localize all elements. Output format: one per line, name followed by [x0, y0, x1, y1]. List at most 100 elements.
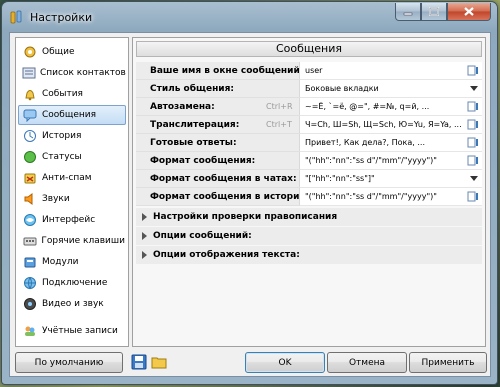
group-label: Опции отображения текста: — [153, 250, 300, 260]
sidebar-item-label: Сообщения — [42, 110, 97, 120]
quick-replies-field[interactable]: Привет!, Как дела?, Пока, ... — [299, 134, 482, 152]
sidebar-item-label: Интерфейс — [42, 215, 96, 225]
settings-sidebar: Общие Список контактов События Сообщения… — [15, 37, 129, 347]
setting-label: Готовые ответы: — [150, 138, 237, 148]
setting-label: Формат сообщения: — [150, 156, 256, 166]
save-icon — [131, 354, 147, 370]
title-bar[interactable]: Настройки — [2, 2, 497, 32]
gear-wheel-icon — [22, 44, 38, 60]
sidebar-item-video-audio[interactable]: Видео и звук — [18, 294, 126, 314]
sidebar-item-events[interactable]: События — [18, 84, 126, 104]
group-text-display-options[interactable]: Опции отображения текста: — [136, 246, 482, 264]
history-message-format-field[interactable]: "("hh":"nn":"ss d"/"mm"/"yyyy")" — [299, 188, 482, 206]
interface-icon — [22, 212, 38, 228]
contact-list-icon — [22, 65, 36, 81]
save-profile-button[interactable] — [130, 353, 148, 371]
expand-arrow-icon — [142, 251, 147, 259]
sidebar-item-label: Анти-спам — [42, 173, 92, 183]
sidebar-item-interface[interactable]: Интерфейс — [18, 210, 126, 230]
sidebar-item-hotkeys[interactable]: Горячие клавиши — [18, 231, 126, 251]
edit-list-icon[interactable] — [467, 100, 480, 113]
edit-list-icon[interactable] — [467, 64, 480, 77]
sidebar-item-plugins[interactable]: Модули — [18, 252, 126, 272]
anti-spam-icon — [22, 170, 38, 186]
sidebar-item-label: Горячие клавиши — [41, 236, 125, 246]
close-button[interactable] — [447, 3, 491, 21]
edit-list-icon[interactable] — [467, 154, 480, 167]
edit-list-icon[interactable] — [467, 136, 480, 149]
window-title: Настройки — [30, 11, 93, 24]
setting-value: user — [305, 66, 323, 75]
group-spellcheck[interactable]: Настройки проверки правописания — [136, 208, 482, 226]
app-icon — [9, 9, 25, 25]
setting-row-message-format: Формат сообщения: "("hh":"nn":"ss d"/"mm… — [136, 152, 482, 170]
folder-icon — [151, 357, 167, 369]
minimize-icon — [403, 12, 413, 15]
setting-row-quick-replies: Готовые ответы: Привет!, Как дела?, Пока… — [136, 134, 482, 152]
sidebar-item-contact-list[interactable]: Список контактов — [18, 63, 126, 83]
setting-label: Стиль общения: — [150, 84, 234, 94]
status-icon — [22, 149, 38, 165]
chat-message-format-dropdown[interactable]: "["hh":"nn":"ss"]" — [299, 170, 482, 188]
maximize-button[interactable] — [421, 3, 447, 21]
transliteration-field[interactable]: Ч=Ch, Ш=Sh, Щ=Sch, Ю=Yu, Я=Ya, ... — [299, 116, 482, 134]
sidebar-item-messages[interactable]: Сообщения — [18, 105, 126, 125]
setting-row-chat-message-format: Формат сообщения в чатах: "["hh":"nn":"s… — [136, 170, 482, 188]
setting-label: Формат сообщения в чатах: — [150, 174, 297, 184]
sidebar-item-statuses[interactable]: Статусы — [18, 147, 126, 167]
expand-arrow-icon — [142, 232, 147, 240]
setting-row-autoreplace: Автозамена: Ctrl+R ~=Ё, `=ё, @=", #=№, q… — [136, 98, 482, 116]
setting-row-transliteration: Транслитерация: Ctrl+T Ч=Ch, Ш=Sh, Щ=Sch… — [136, 116, 482, 134]
dialog-client-area: Общие Список контактов События Сообщения… — [9, 32, 491, 377]
sidebar-item-anti-spam[interactable]: Анти-спам — [18, 168, 126, 188]
setting-row-history-message-format: Формат сообщения в истории: "("hh":"nn":… — [136, 188, 482, 206]
setting-value: Привет!, Как дела?, Пока, ... — [305, 138, 425, 147]
sidebar-item-label: Подключение — [42, 278, 108, 288]
chevron-down-icon[interactable] — [470, 86, 478, 91]
section-title: Сообщения — [136, 41, 482, 57]
settings-window: Настройки Общие Список контактов События… — [1, 1, 498, 385]
sidebar-item-history[interactable]: История — [18, 126, 126, 146]
sidebar-item-sounds[interactable]: Звуки — [18, 189, 126, 209]
messages-settings-panel: Сообщения Ваше имя в окне сообщений: use… — [132, 37, 486, 347]
ok-button[interactable]: OK — [245, 352, 325, 373]
setting-row-display-name: Ваше имя в окне сообщений: user — [136, 62, 482, 80]
sidebar-item-label: События — [42, 89, 83, 99]
chevron-down-icon[interactable] — [470, 176, 478, 181]
sidebar-item-label: Учётные записи — [42, 326, 118, 336]
setting-label: Формат сообщения в истории: — [150, 192, 310, 202]
sidebar-item-label: Общие — [42, 47, 75, 57]
cancel-button[interactable]: Отмена — [327, 352, 407, 373]
group-label: Опции сообщений: — [153, 231, 252, 241]
edit-list-icon[interactable] — [467, 190, 480, 203]
accounts-icon — [22, 323, 38, 339]
sidebar-item-accounts[interactable]: Учётные записи — [18, 321, 126, 341]
sidebar-item-connection[interactable]: Подключение — [18, 273, 126, 293]
defaults-button[interactable]: По умолчанию — [15, 352, 123, 373]
minimize-button[interactable] — [395, 3, 421, 21]
sidebar-item-label: Статусы — [42, 152, 82, 162]
plugin-icon — [22, 254, 38, 270]
shortcut-hint: Ctrl+T — [266, 120, 292, 129]
history-icon — [22, 128, 38, 144]
setting-value: Боковые вкладки — [305, 84, 379, 93]
keyboard-icon — [22, 233, 37, 249]
speaker-icon — [22, 191, 38, 207]
video-icon — [22, 296, 38, 312]
group-message-options[interactable]: Опции сообщений: — [136, 227, 482, 245]
setting-label: Автозамена: — [150, 102, 215, 112]
edit-list-icon[interactable] — [467, 118, 480, 131]
setting-value: Ч=Ch, Ш=Sh, Щ=Sch, Ю=Yu, Я=Ya, ... — [305, 120, 461, 129]
apply-button[interactable]: Применить — [409, 352, 487, 373]
message-format-field[interactable]: "("hh":"nn":"ss d"/"mm"/"yyyy")" — [299, 152, 482, 170]
expand-arrow-icon — [142, 213, 147, 221]
open-profile-button[interactable] — [150, 353, 168, 371]
setting-row-chat-style: Стиль общения: Боковые вкладки — [136, 80, 482, 98]
connection-icon — [22, 275, 38, 291]
display-name-field[interactable]: user — [299, 62, 482, 80]
close-icon — [464, 7, 474, 16]
sidebar-item-label: История — [42, 131, 82, 141]
sidebar-item-general[interactable]: Общие — [18, 42, 126, 62]
chat-style-dropdown[interactable]: Боковые вкладки — [299, 80, 482, 98]
autoreplace-field[interactable]: ~=Ё, `=ё, @=", #=№, q=й, ... — [299, 98, 482, 116]
